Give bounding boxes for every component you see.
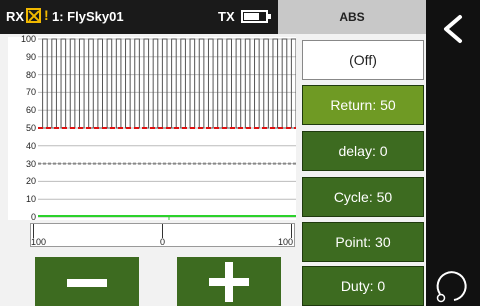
pulse-bar — [281, 38, 288, 129]
y-tick-label: 90 — [25, 51, 36, 62]
rx-label: RX — [6, 9, 25, 24]
scale-label-left: 100 — [31, 237, 47, 247]
pulse-bar — [152, 38, 159, 129]
stick-scale: 100 0 100 — [30, 223, 295, 247]
pulse-bar — [244, 38, 251, 129]
pulse-bar — [189, 38, 196, 129]
pulse-bar — [88, 38, 94, 129]
y-tick-label: 60 — [25, 105, 36, 116]
pulse-bar — [115, 38, 122, 129]
minus-icon — [67, 279, 107, 287]
y-tick-label: 100 — [20, 34, 36, 44]
pulse-bar — [97, 38, 103, 129]
abs-graph: 100 90 80 70 60 50 40 30 20 10 0 — [8, 34, 296, 222]
pulse-bar — [161, 38, 168, 129]
battery-icon — [241, 10, 271, 23]
pulse-bar — [42, 38, 48, 129]
right-rail — [426, 0, 480, 306]
page-title: ABS — [278, 0, 426, 34]
pulse-bar — [143, 38, 150, 129]
decrease-button[interactable] — [35, 257, 139, 306]
cycle-option-button[interactable]: Cycle: 50 — [302, 177, 424, 217]
pulse-bar — [171, 38, 177, 129]
increase-button[interactable] — [177, 257, 281, 306]
pulse-bar — [106, 38, 113, 129]
status-bar: RX ! 1: FlySky01 TX — [0, 0, 278, 34]
scale-mark-center — [162, 224, 163, 238]
scale-mark-left — [33, 224, 34, 238]
pulse-bar — [198, 38, 205, 129]
pulse-bar — [51, 38, 57, 129]
pulse-bar — [180, 38, 186, 129]
tx-label: TX — [218, 9, 235, 24]
pulse-bar — [125, 38, 131, 129]
pulse-bar — [78, 38, 85, 129]
rx-disconnected-icon — [26, 8, 41, 23]
pulse-bar — [226, 38, 232, 129]
pulse-bar — [254, 38, 260, 129]
duty-option-button[interactable]: Duty: 0 — [302, 266, 424, 306]
scale-mark-right — [291, 224, 292, 238]
pulse-bar — [207, 38, 214, 129]
model-name: 1: FlySky01 — [52, 9, 124, 24]
pulse-bar — [263, 38, 269, 129]
warning-icon: ! — [44, 7, 49, 23]
y-tick-label: 50 — [25, 123, 36, 133]
y-tick-label: 20 — [25, 176, 36, 187]
plus-icon-vertical — [225, 262, 233, 302]
chevron-left-icon[interactable] — [440, 14, 466, 44]
pulse-bar — [69, 38, 76, 129]
pulse-bar — [217, 38, 223, 129]
rotate-icon[interactable] — [430, 268, 470, 304]
y-tick-label: 80 — [25, 69, 36, 80]
point-option-button[interactable]: Point: 30 — [302, 222, 424, 262]
scale-label-center: 0 — [160, 237, 166, 247]
scale-label-right: 100 — [277, 237, 293, 247]
y-tick-label: 10 — [25, 194, 36, 205]
y-tick-label: 30 — [25, 158, 36, 169]
battery-level — [244, 13, 259, 20]
pulse-bar — [134, 38, 140, 129]
switch-option-button[interactable]: (Off) — [302, 40, 424, 80]
y-tick-label: 70 — [25, 87, 36, 98]
delay-option-button[interactable]: delay: 0 — [302, 131, 424, 171]
return-option-button[interactable]: Return: 50 — [302, 85, 424, 125]
y-tick-label: 40 — [25, 140, 36, 151]
plot-area — [38, 38, 296, 220]
pulse-bar — [60, 38, 67, 129]
y-axis-labels: 100 90 80 70 60 50 40 30 20 10 0 — [8, 34, 38, 222]
y-tick-label: 0 — [30, 212, 36, 222]
pulse-bar — [290, 38, 296, 129]
pulse-bar — [235, 38, 242, 129]
pulse-bar — [272, 38, 279, 129]
